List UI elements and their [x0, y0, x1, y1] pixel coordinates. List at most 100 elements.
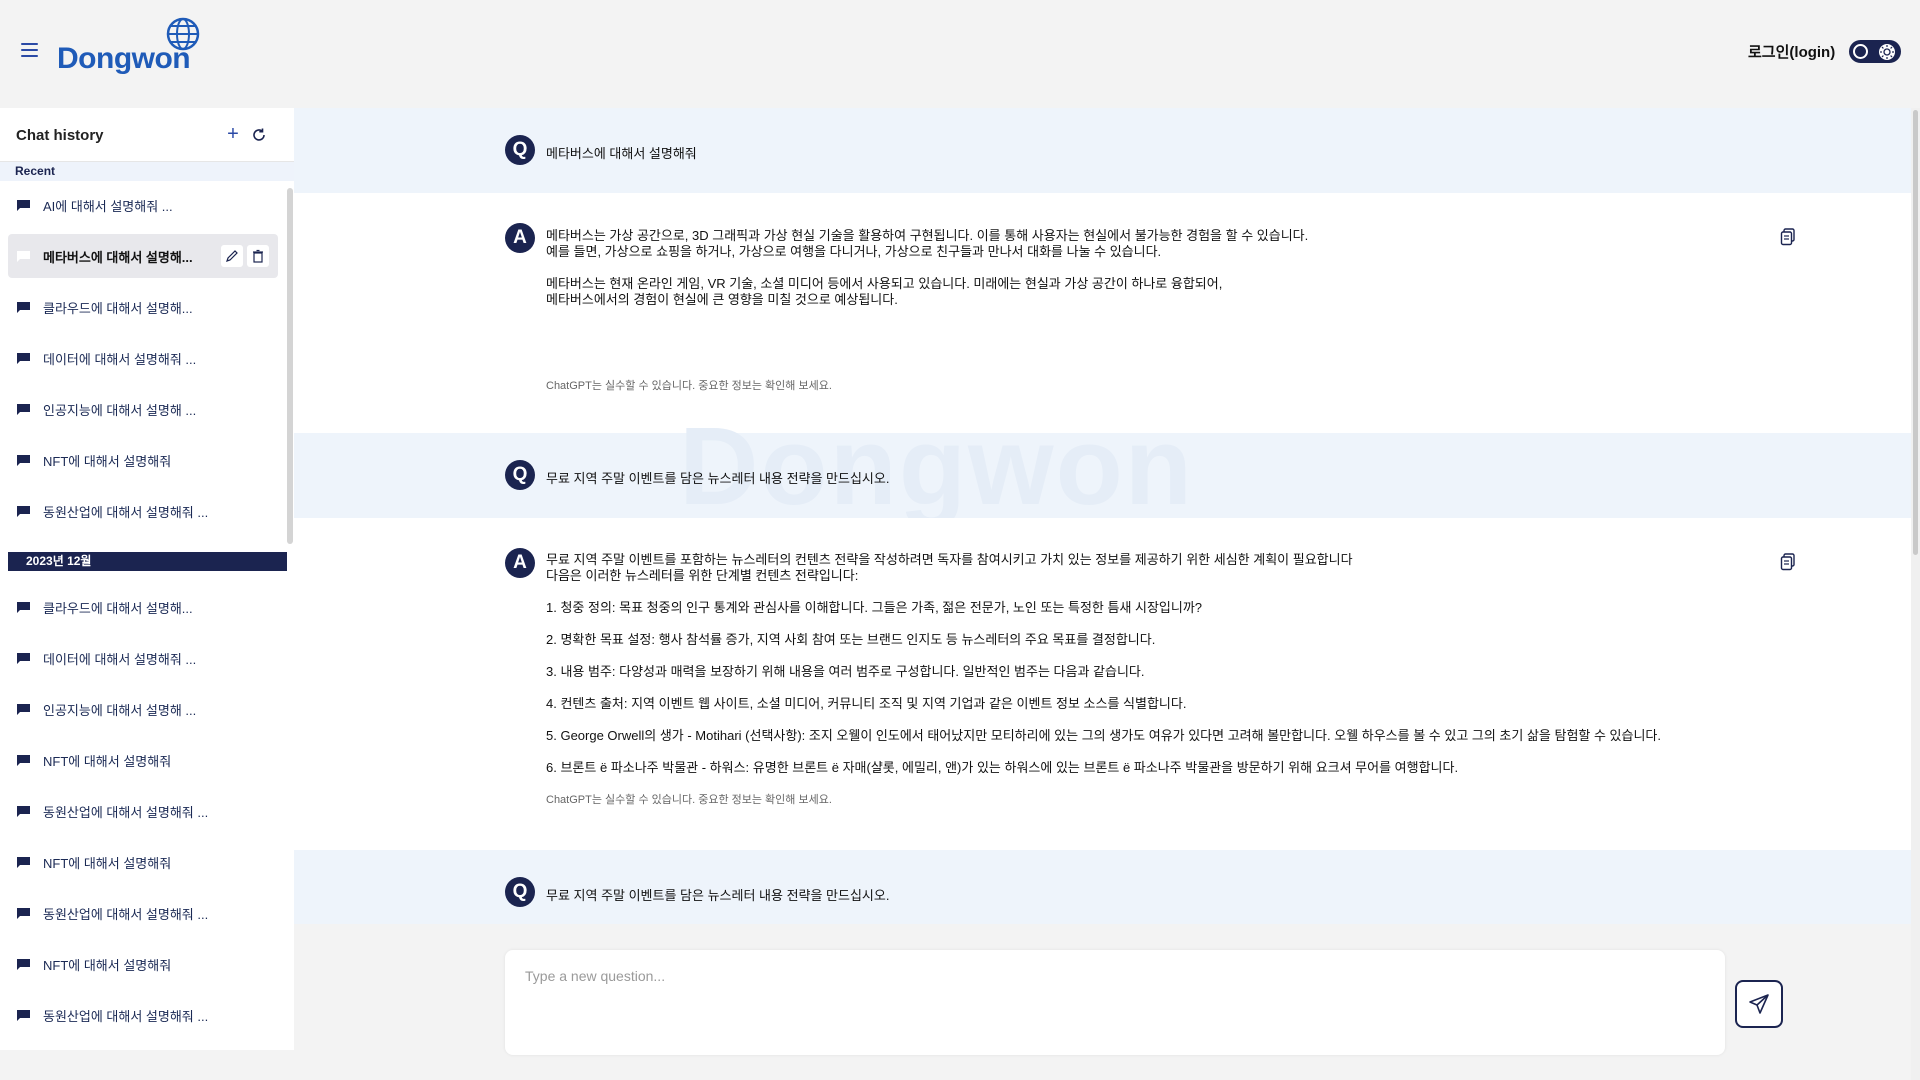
chat-history-item-label: AI에 대해서 설명해줘 ...	[43, 198, 173, 214]
chat-history-item-label: NFT에 대해서 설명해줘	[43, 957, 172, 973]
chat-history-item-label: 동원산업에 대해서 설명해줘 ...	[43, 804, 209, 820]
dongwon-logo[interactable]: Dongwon	[57, 16, 207, 78]
chat-bubble-icon	[17, 403, 30, 415]
chat-history-item[interactable]: 동원산업에 대해서 설명해줘 ...	[8, 891, 278, 935]
answer-step: 2. 명확한 목표 설정: 행사 참석률 증가, 지역 사회 참여 또는 브랜드…	[546, 632, 1156, 647]
answer-step: 5. George Orwell의 생가 - Motihari (선택사항): …	[546, 728, 1662, 743]
chat-history-item-label: 동원산업에 대해서 설명해줘 ...	[43, 1008, 209, 1024]
chat-history-item[interactable]: AI에 대해서 설명해줘 ...	[8, 183, 278, 227]
copy-icon[interactable]	[1780, 553, 1796, 571]
answer-step: 3. 내용 범주: 다양성과 매력을 보장하기 위해 내용을 여러 범주로 구성…	[546, 664, 1145, 679]
chat-history-item[interactable]: 동원산업에 대해서 설명해줘 ...	[8, 993, 278, 1037]
theme-toggle[interactable]	[1849, 40, 1901, 63]
chat-history-item-label: NFT에 대해서 설명해줘	[43, 855, 172, 871]
answer-intro: 무료 지역 주말 이벤트를 포함하는 뉴스레터의 컨텐츠 전략을 작성하려면 독…	[546, 552, 1353, 567]
chat-bubble-icon	[17, 505, 30, 517]
disclaimer-text: ChatGPT는 실수할 수 있습니다. 중요한 정보는 확인해 보세요.	[546, 380, 832, 392]
chat-history-item[interactable]: 동원산업에 대해서 설명해줘 ...	[8, 789, 278, 833]
answer-text-2: 무료 지역 주말 이벤트를 포함하는 뉴스레터의 컨텐츠 전략을 작성하려면 독…	[546, 552, 1661, 776]
delete-icon[interactable]	[247, 245, 269, 267]
chat-bubble-icon	[17, 301, 30, 313]
a-badge: A	[505, 548, 535, 578]
edit-icon[interactable]	[221, 245, 243, 267]
chat-bubble-icon	[17, 250, 30, 262]
chat-history-sidebar: Chat history + Recent AI에 대해서 설명해줘 ... 메타…	[0, 108, 294, 1050]
sidebar-title: Chat history	[16, 127, 104, 144]
chat-bubble-icon	[17, 352, 30, 364]
answer-line: 예를 들면, 가상으로 쇼핑을 하거나, 가상으로 여행을 다니거나, 가상으로…	[546, 244, 1162, 259]
chat-history-item[interactable]: 데이터에 대해서 설명해줘 ...	[8, 336, 278, 380]
answer-step: 4. 컨텐츠 출처: 지역 이벤트 웹 사이트, 소셜 미디어, 커뮤니티 조직…	[546, 696, 1187, 711]
month-section-label: 2023년 12월	[8, 552, 287, 571]
top-header: Dongwon 로그인(login)	[0, 0, 1920, 108]
chat-bubble-icon	[17, 754, 30, 766]
answer-intro: 다음은 이러한 뉴스레터를 위한 단계별 컨텐츠 전략입니다:	[546, 568, 859, 583]
answer-line: 메타버스는 현재 온라인 게임, VR 기술, 소셜 미디어 등에서 사용되고 …	[546, 276, 1223, 291]
login-link[interactable]: 로그인(login)	[1748, 41, 1835, 62]
chat-bubble-icon	[17, 652, 30, 664]
send-button[interactable]	[1735, 980, 1783, 1028]
chat-history-item[interactable]: 인공지능에 대해서 설명해 ...	[8, 387, 278, 431]
disclaimer-text: ChatGPT는 실수할 수 있습니다. 중요한 정보는 확인해 보세요.	[546, 794, 832, 806]
sidebar-scrollbar[interactable]	[287, 188, 293, 544]
chat-history-item-label: 메타버스에 대해서 설명해...	[43, 249, 193, 265]
chat-bubble-icon	[17, 907, 30, 919]
q-badge: Q	[505, 135, 535, 165]
chat-history-item-label: NFT에 대해서 설명해줘	[43, 453, 172, 469]
main-scrollbar[interactable]	[1911, 108, 1920, 1080]
chat-history-item-label: 인공지능에 대해서 설명해 ...	[43, 402, 197, 418]
chat-bubble-icon	[17, 805, 30, 817]
answer-step: 6. 브론트 ë 파소나주 박물관 - 하워스: 유명한 브론트 ë 자매(샬롯…	[546, 760, 1459, 775]
question-text-1: 메타버스에 대해서 설명해줘	[546, 146, 697, 161]
chat-history-item[interactable]: NFT에 대해서 설명해줘	[8, 438, 278, 482]
chat-bubble-icon	[17, 199, 30, 211]
chat-history-item[interactable]: NFT에 대해서 설명해줘	[8, 942, 278, 986]
sidebar-header: Chat history +	[0, 108, 294, 162]
question-block-1: Q 메타버스에 대해서 설명해줘	[294, 108, 1911, 193]
chat-bubble-icon	[17, 856, 30, 868]
chat-bubble-icon	[17, 958, 30, 970]
answer-steps-list: 1. 청중 정의: 목표 청중의 인구 통계와 관심사를 이해합니다. 그들은 …	[546, 600, 1661, 776]
q-badge: Q	[505, 877, 535, 907]
chat-history-item-label: 인공지능에 대해서 설명해 ...	[43, 702, 197, 718]
hamburger-menu-icon[interactable]	[21, 43, 38, 57]
answer-line: 메타버스에서의 경험이 현실에 큰 영향을 미칠 것으로 예상됩니다.	[546, 292, 898, 307]
answer-line: 메타버스는 가상 공간으로, 3D 그래픽과 가상 현실 기술을 활용하여 구현…	[546, 228, 1309, 243]
question-text-2: 무료 지역 주말 이벤트를 담은 뉴스레터 내용 전략을 만드십시오.	[546, 471, 890, 486]
send-icon	[1749, 994, 1769, 1014]
chat-bubble-icon	[17, 1009, 30, 1021]
answer-step: 1. 청중 정의: 목표 청중의 인구 통계와 관심사를 이해합니다. 그들은 …	[546, 600, 1203, 615]
main-scrollbar-thumb[interactable]	[1913, 110, 1918, 555]
question-text-3: 무료 지역 주말 이벤트를 담은 뉴스레터 내용 전략을 만드십시오.	[546, 888, 890, 903]
chat-history-item-label: 데이터에 대해서 설명해줘 ...	[43, 651, 197, 667]
chat-history-item[interactable]: NFT에 대해서 설명해줘	[8, 738, 278, 782]
chat-bubble-icon	[17, 703, 30, 715]
chat-history-item[interactable]: 동원산업에 대해서 설명해줘 ...	[8, 489, 278, 533]
refresh-icon[interactable]	[249, 125, 269, 145]
globe-logo-icon	[166, 17, 200, 51]
question-input[interactable]	[525, 968, 1685, 984]
answer-text-1: 메타버스는 가상 공간으로, 3D 그래픽과 가상 현실 기술을 활용하여 구현…	[546, 228, 1308, 308]
answer-block-1: A 메타버스는 가상 공간으로, 3D 그래픽과 가상 현실 기술을 활용하여 …	[294, 193, 1911, 433]
chat-history-item-label: 동원산업에 대해서 설명해줘 ...	[43, 906, 209, 922]
q-badge: Q	[505, 460, 535, 490]
chat-history-item[interactable]: 클라우드에 대해서 설명해...	[8, 585, 278, 629]
recent-section-label: Recent	[0, 162, 294, 181]
new-chat-plus-icon[interactable]: +	[222, 124, 244, 146]
question-composer	[505, 950, 1725, 1055]
chat-history-item-label: 클라우드에 대해서 설명해...	[43, 300, 193, 316]
a-badge: A	[505, 223, 535, 253]
chat-history-item[interactable]: 인공지능에 대해서 설명해 ...	[8, 687, 278, 731]
copy-icon[interactable]	[1780, 228, 1796, 246]
chat-history-item-label: 동원산업에 대해서 설명해줘 ...	[43, 504, 209, 520]
toggle-knob	[1853, 44, 1868, 59]
chat-history-item[interactable]: 클라우드에 대해서 설명해...	[8, 285, 278, 329]
answer-block-2: A 무료 지역 주말 이벤트를 포함하는 뉴스레터의 컨텐츠 전략을 작성하려면…	[294, 518, 1911, 850]
chat-history-item[interactable]: 데이터에 대해서 설명해줘 ...	[8, 636, 278, 680]
question-block-2: Dongwon Q 무료 지역 주말 이벤트를 담은 뉴스레터 내용 전략을 만…	[294, 405, 1911, 528]
chat-history-item[interactable]: 메타버스에 대해서 설명해...	[8, 234, 278, 278]
chat-history-item[interactable]: NFT에 대해서 설명해줘	[8, 840, 278, 884]
chat-bubble-icon	[17, 454, 30, 466]
chat-history-item-label: 데이터에 대해서 설명해줘 ...	[43, 351, 197, 367]
sun-icon	[1879, 44, 1895, 60]
